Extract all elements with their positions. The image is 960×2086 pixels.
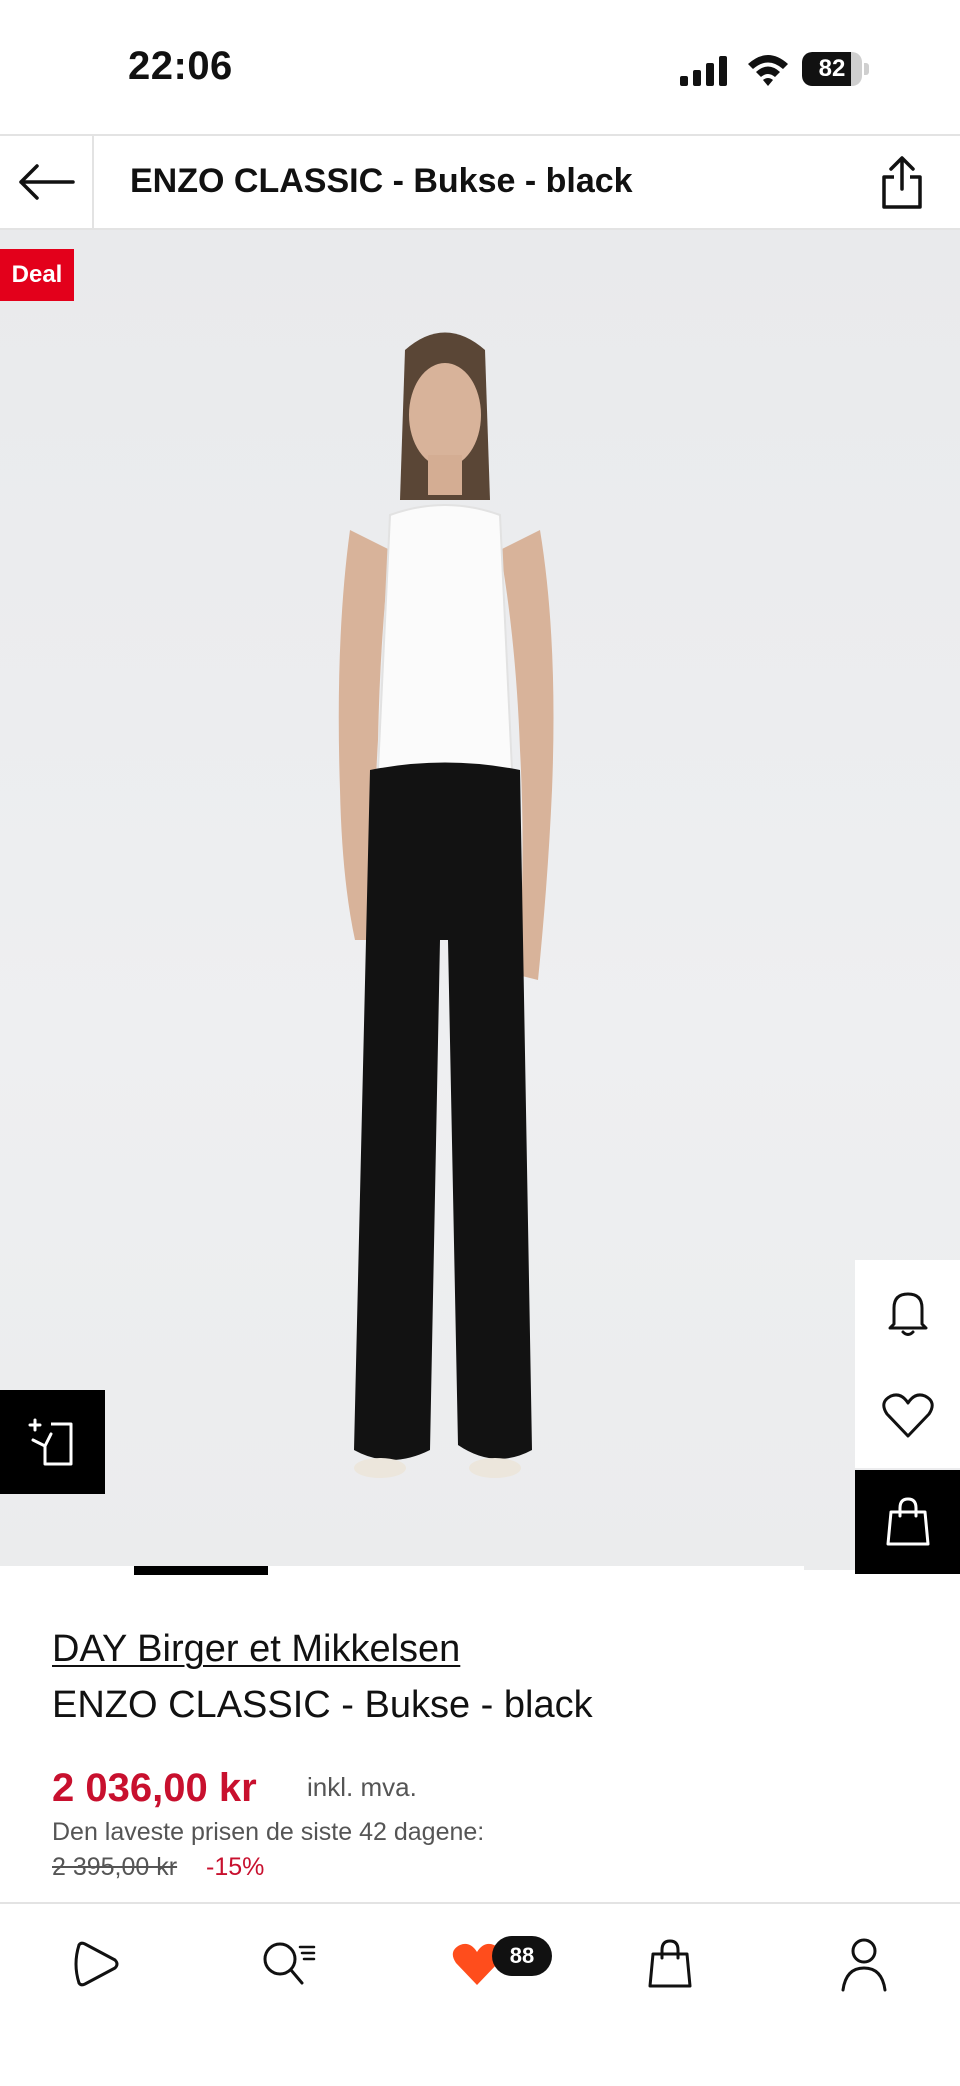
nav-home[interactable] <box>66 1934 126 1994</box>
brand-link[interactable]: DAY Birger et Mikkelsen <box>52 1628 460 1671</box>
battery-level: 82 <box>818 55 846 82</box>
top-bar: ENZO CLASSIC - Bukse - black <box>0 134 960 230</box>
user-icon <box>841 1938 887 1992</box>
page-title: ENZO CLASSIC - Bukse - black <box>130 162 633 200</box>
deal-badge: Deal <box>0 249 74 301</box>
signal-icon <box>680 56 727 86</box>
wishlist-count-badge: 88 <box>492 1936 552 1976</box>
search-list-icon <box>263 1942 316 1985</box>
image-carousel-indicator <box>134 1566 268 1575</box>
discount-percent: -15% <box>206 1853 265 1881</box>
vat-label: inkl. mva. <box>307 1772 417 1802</box>
shopping-bag-icon <box>648 1939 692 1988</box>
share-button[interactable] <box>870 150 934 216</box>
bell-icon <box>888 1292 927 1336</box>
similar-items-icon <box>28 1418 72 1466</box>
bottom-navigation: 88 <box>0 1902 960 2086</box>
battery-icon: 82 <box>802 52 870 86</box>
back-button[interactable] <box>0 136 94 228</box>
notify-button[interactable] <box>855 1260 960 1364</box>
old-price: 2 395,00 kr <box>52 1853 178 1881</box>
nav-account[interactable] <box>834 1934 894 1994</box>
share-icon <box>882 156 922 209</box>
nav-search[interactable] <box>258 1934 318 1994</box>
play-shape-icon <box>74 1941 119 1987</box>
shopping-bag-icon <box>886 1497 929 1546</box>
heart-icon <box>881 1393 934 1438</box>
wishlist-add-button[interactable] <box>855 1364 960 1468</box>
arrow-left-icon <box>19 164 75 200</box>
add-to-bag-button[interactable] <box>855 1470 960 1574</box>
similar-items-button[interactable] <box>0 1390 105 1494</box>
image-action-rail <box>855 1260 960 1574</box>
product-photo-model <box>338 332 554 1478</box>
status-time: 22:06 <box>128 44 233 88</box>
lowest-price-label: Den laveste prisen de siste 42 dagene: <box>52 1818 485 1846</box>
nav-bag[interactable] <box>640 1934 700 1994</box>
image-carousel-track <box>0 1566 804 1575</box>
product-price: 2 036,00 kr <box>52 1766 257 1810</box>
product-name: ENZO CLASSIC - Bukse - black <box>52 1684 593 1726</box>
wifi-icon <box>748 55 788 86</box>
